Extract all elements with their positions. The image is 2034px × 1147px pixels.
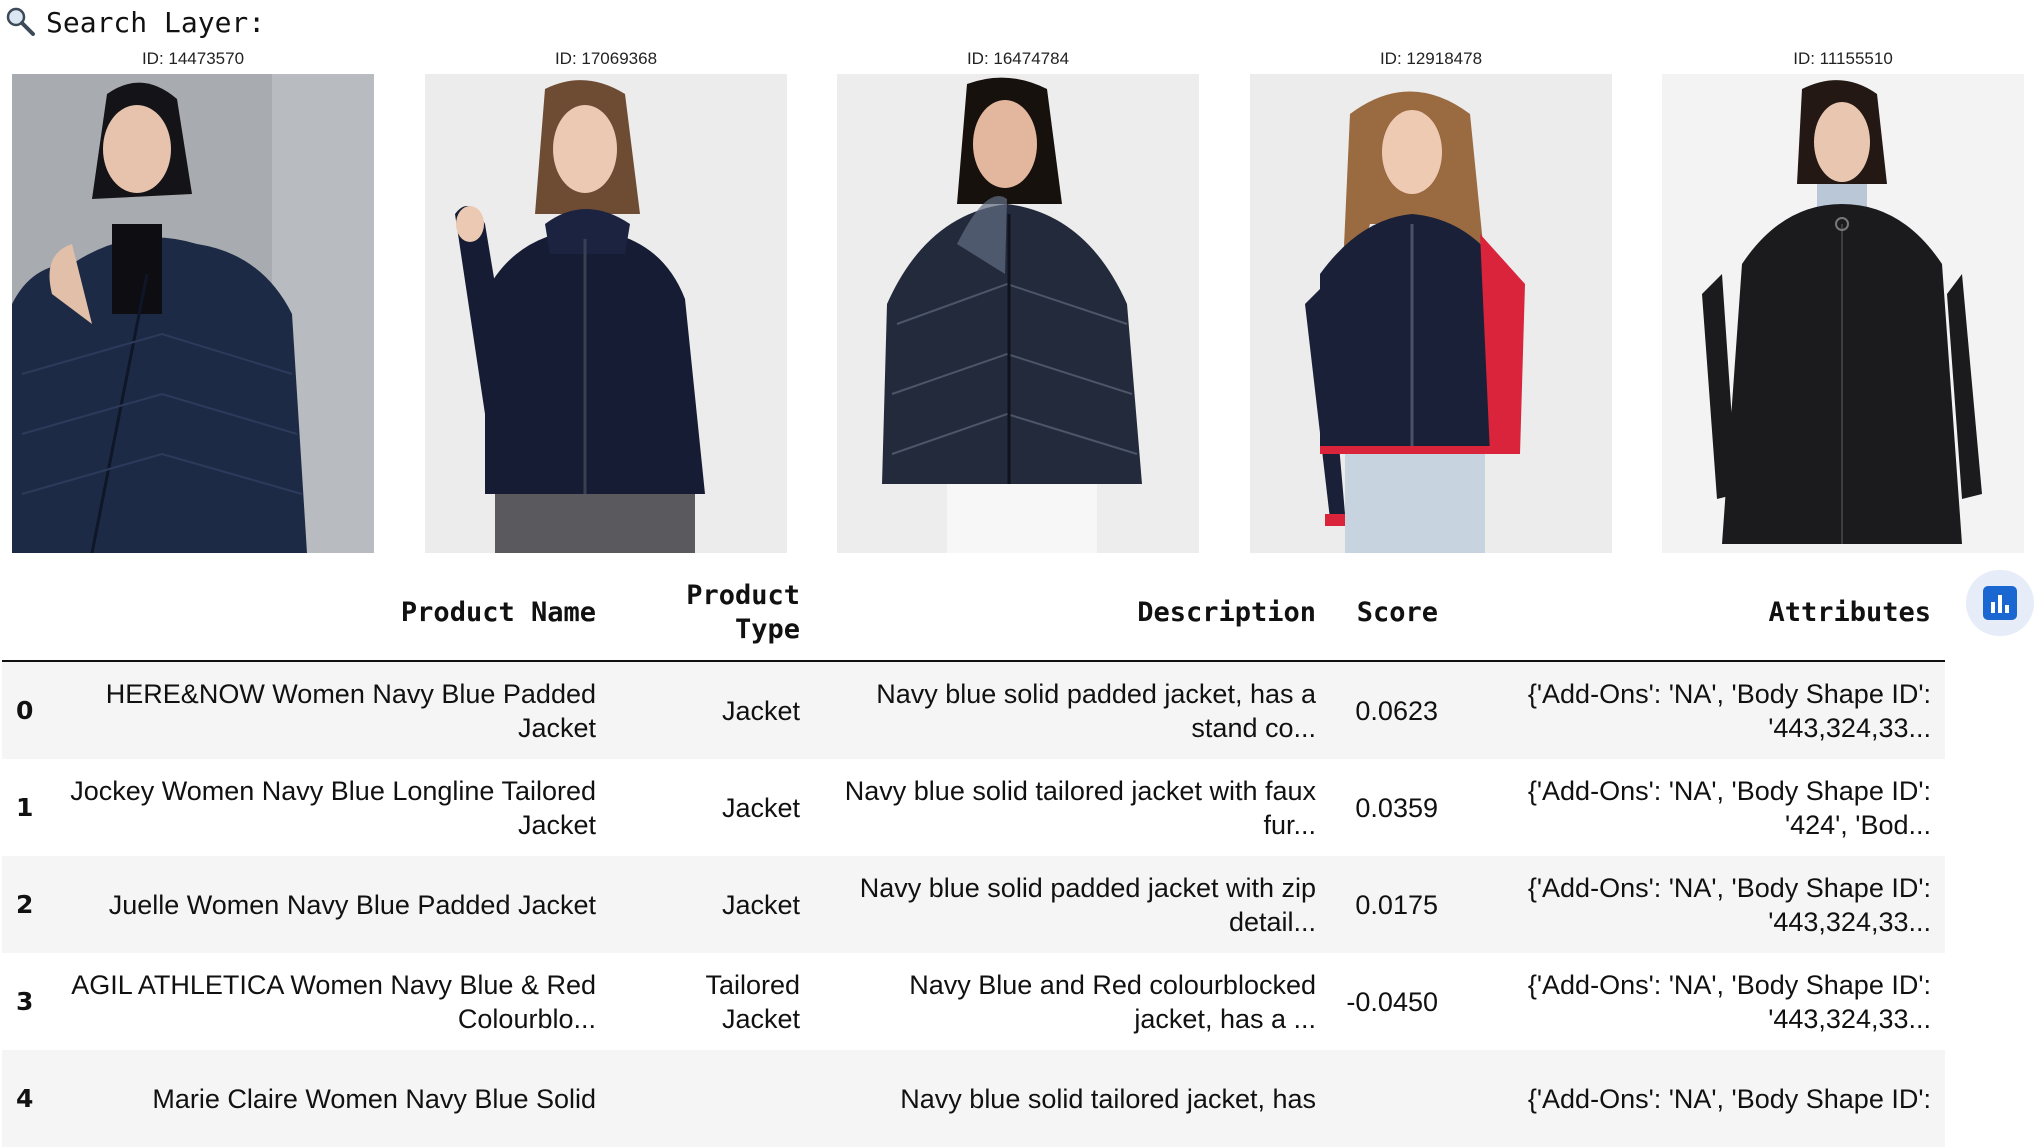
chart-view-button[interactable] bbox=[1966, 570, 2034, 636]
product-photo bbox=[837, 74, 1199, 553]
product-name-cell: Juelle Women Navy Blue Padded Jacket bbox=[108, 889, 596, 920]
result-id-label: ID: 16474784 bbox=[966, 49, 1070, 68]
column-header-description: Description bbox=[814, 566, 1330, 662]
description-cell: Navy blue solid tailored jacket with fau… bbox=[844, 775, 1316, 840]
result-card: ID: 16474784 bbox=[837, 44, 1199, 553]
score-cell: 0.0359 bbox=[1355, 792, 1438, 823]
result-card: ID: 14473570 bbox=[12, 44, 374, 553]
column-header-index bbox=[2, 566, 52, 662]
attributes-cell: {'Add-Ons': 'NA', 'Body Shape ID': '443,… bbox=[1527, 872, 1931, 937]
product-photo bbox=[1662, 74, 2024, 553]
bar-chart-icon bbox=[1983, 586, 2017, 620]
product-type-cell: Jacket bbox=[721, 695, 800, 726]
product-name-cell: Jockey Women Navy Blue Longline Tailored… bbox=[70, 775, 596, 840]
result-id-label: ID: 11155510 bbox=[1793, 49, 1893, 68]
description-cell: Navy blue solid tailored jacket, has bbox=[900, 1083, 1316, 1114]
result-id-label: ID: 14473570 bbox=[141, 49, 245, 68]
table-row: 0 HERE&NOW Women Navy Blue Padded Jacket… bbox=[2, 661, 1945, 759]
score-cell: 0.0623 bbox=[1355, 695, 1438, 726]
result-card: ID: 11155510 bbox=[1662, 44, 2024, 553]
product-name-cell: AGIL ATHLETICA Women Navy Blue & Red Col… bbox=[71, 969, 596, 1034]
attributes-cell: {'Add-Ons': 'NA', 'Body Shape ID': '443,… bbox=[1527, 969, 1931, 1034]
table-row: 1 Jockey Women Navy Blue Longline Tailor… bbox=[2, 759, 1945, 856]
product-type-cell: Tailored Jacket bbox=[705, 969, 800, 1034]
table-row: 4 Marie Claire Women Navy Blue Solid Nav… bbox=[2, 1050, 1945, 1147]
product-type-cell: Jacket bbox=[721, 792, 800, 823]
table-row: 2 Juelle Women Navy Blue Padded Jacket J… bbox=[2, 856, 1945, 953]
result-card: ID: 17069368 bbox=[425, 44, 787, 553]
score-cell bbox=[1330, 1050, 1452, 1147]
product-type-cell: Jacket bbox=[721, 889, 800, 920]
column-header-attributes: Attributes bbox=[1452, 566, 1945, 662]
product-name-cell: HERE&NOW Women Navy Blue Padded Jacket bbox=[105, 678, 596, 743]
column-header-score: Score bbox=[1330, 566, 1452, 662]
result-id-label: ID: 12918478 bbox=[1379, 49, 1483, 68]
results-table-container: Product Name Product Type Description Sc… bbox=[2, 566, 1945, 1147]
product-name-cell: Marie Claire Women Navy Blue Solid bbox=[152, 1083, 596, 1114]
row-index: 3 bbox=[16, 986, 34, 1016]
description-cell: Navy blue solid padded jacket with zip d… bbox=[859, 872, 1316, 937]
product-type-cell bbox=[610, 1050, 814, 1147]
column-header-product-type: Product Type bbox=[610, 566, 814, 662]
result-gallery: ID: 14473570 ID: 17069368 ID: 16474784 I… bbox=[0, 44, 2034, 554]
results-table: Product Name Product Type Description Sc… bbox=[2, 566, 1945, 1147]
table-row: 3 AGIL ATHLETICA Women Navy Blue & Red C… bbox=[2, 953, 1945, 1050]
product-photo bbox=[1250, 74, 1612, 553]
result-id-label: ID: 17069368 bbox=[554, 49, 658, 68]
search-layer-title: Search Layer: bbox=[46, 5, 266, 39]
description-cell: Navy Blue and Red colourblocked jacket, … bbox=[909, 969, 1316, 1034]
attributes-cell: {'Add-Ons': 'NA', 'Body Shape ID': bbox=[1527, 1083, 1931, 1114]
row-index: 1 bbox=[16, 792, 34, 822]
attributes-cell: {'Add-Ons': 'NA', 'Body Shape ID': '424'… bbox=[1527, 775, 1931, 840]
row-index: 0 bbox=[16, 695, 34, 725]
result-card: ID: 12918478 bbox=[1250, 44, 1612, 553]
magnifier-icon bbox=[6, 7, 35, 36]
score-cell: -0.0450 bbox=[1346, 986, 1438, 1017]
row-index: 4 bbox=[16, 1083, 34, 1113]
score-cell: 0.0175 bbox=[1355, 889, 1438, 920]
table-header-row: Product Name Product Type Description Sc… bbox=[2, 566, 1945, 662]
product-photo bbox=[425, 74, 787, 553]
attributes-cell: {'Add-Ons': 'NA', 'Body Shape ID': '443,… bbox=[1527, 678, 1931, 743]
description-cell: Navy blue solid padded jacket, has a sta… bbox=[876, 678, 1316, 743]
row-index: 2 bbox=[16, 889, 34, 919]
column-header-product-name: Product Name bbox=[52, 566, 610, 662]
search-layer-header: Search Layer: bbox=[0, 2, 265, 42]
product-photo bbox=[12, 74, 374, 553]
